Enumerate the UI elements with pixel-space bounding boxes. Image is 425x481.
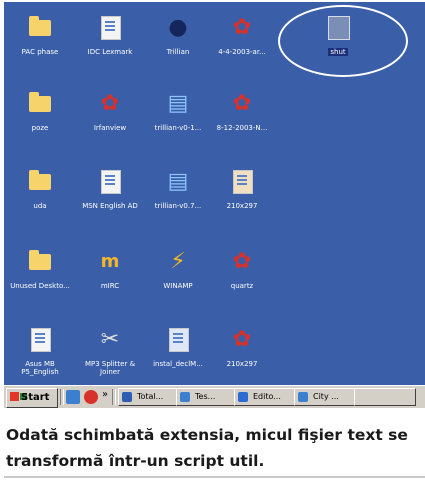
ie-icon[interactable]: [84, 390, 98, 404]
ie-icon: [180, 392, 190, 402]
icon-label: 8-12-2003-N...: [216, 124, 268, 132]
taskbar-separator: [112, 389, 116, 405]
icon-label: Asus MB P5_English: [21, 360, 59, 376]
flower-icon: ✿: [100, 90, 120, 116]
overflow-chevron-icon[interactable]: »: [102, 389, 108, 400]
desktop-icon-msn-english-ad[interactable]: MSN English AD: [78, 162, 142, 234]
icon-label: mIRC: [100, 282, 120, 290]
desktop-icon-trillian-installer-2[interactable]: ▤ trillian-v0.7...: [146, 162, 210, 234]
icon-label: MP3 Splitter & Joiner: [84, 360, 136, 376]
flower-icon: ✿: [232, 248, 252, 274]
installer-icon: ▤: [167, 90, 189, 116]
icon-label: 4-4-2003-ar...: [218, 48, 266, 56]
figure-frame: PAC phase IDC Lexmark ● Trillian ✿ 4-4-2…: [0, 0, 425, 481]
highlight-circle: [278, 5, 408, 77]
desktop-icon-asus-mb[interactable]: Asus MB P5_English: [8, 320, 72, 385]
word-doc-icon: [97, 14, 123, 40]
desktop-icon-trillian[interactable]: ● Trillian: [146, 8, 210, 80]
taskbar-button-label: Edito...: [253, 392, 281, 401]
setup-icon: [165, 326, 191, 352]
divider: [4, 476, 425, 478]
flower-icon: ✿: [232, 90, 252, 116]
icon-label: WINAMP: [163, 282, 193, 290]
taskbar: Start » Total... Tes... Edito... City ..…: [4, 385, 425, 408]
desktop-icon-irfanview[interactable]: ✿ Irfanview: [78, 84, 142, 156]
desktop-icon-4-4-2003[interactable]: ✿ 4-4-2003-ar...: [210, 8, 274, 80]
taskbar-button-label: Tes...: [195, 392, 216, 401]
ie-icon: [298, 392, 308, 402]
icon-label: PAC phase: [21, 48, 59, 56]
desktop-icon-mirc[interactable]: m mIRC: [78, 242, 142, 314]
trillian-icon: ●: [168, 14, 188, 40]
folder-icon: [122, 392, 132, 402]
icon-label: Irfanview: [93, 124, 127, 132]
winamp-icon: ⚡: [170, 248, 186, 274]
desktop[interactable]: PAC phase IDC Lexmark ● Trillian ✿ 4-4-2…: [4, 2, 425, 385]
icon-label: 210x297: [226, 202, 258, 210]
icon-label: instal_declM...: [153, 360, 203, 368]
figure-caption: Odată schimbată extensia, micul fişier t…: [6, 426, 408, 470]
icon-label: quartz: [230, 282, 254, 290]
flower-icon: ✿: [232, 14, 252, 40]
desktop-icon-instal-decl[interactable]: instal_declM...: [146, 320, 210, 385]
scissors-icon: ✂: [100, 326, 120, 352]
taskbar-button-label: Total...: [137, 392, 164, 401]
icon-label: uda: [33, 202, 47, 210]
desktop-icon-poze[interactable]: poze: [8, 84, 72, 156]
desktop-icon-uda[interactable]: uda: [8, 162, 72, 234]
start-label: Start: [21, 392, 50, 403]
folder-icon: [27, 14, 53, 40]
desktop-icon-quartz[interactable]: ✿ quartz: [210, 242, 274, 314]
word-doc-icon: [27, 326, 53, 352]
desktop-icon-idc-lexmark[interactable]: IDC Lexmark: [78, 8, 142, 80]
taskbar-button-label: City ...: [313, 392, 339, 401]
icon-label: IDC Lexmark: [87, 48, 133, 56]
desktop-icon-8-12-2003[interactable]: ✿ 8-12-2003-N...: [210, 84, 274, 156]
desktop-icon-pac-phase[interactable]: PAC phase: [8, 8, 72, 80]
desktop-icon-trillian-installer-1[interactable]: ▤ trillian-v0-1...: [146, 84, 210, 156]
taskbar-button-partial[interactable]: [354, 388, 416, 406]
desktop-icon-210x297-flower[interactable]: ✿ 210x297: [210, 320, 274, 385]
desktop-icon-unused-desktop[interactable]: Unused Deskto...: [8, 242, 72, 314]
icon-label: poze: [31, 124, 49, 132]
flower-icon: ✿: [232, 326, 252, 352]
image-file-icon: [229, 168, 255, 194]
word-doc-icon: [97, 168, 123, 194]
desktop-icon-winamp[interactable]: ⚡ WINAMP: [146, 242, 210, 314]
windows-logo-icon: [10, 392, 19, 401]
icon-label: Trillian: [166, 48, 190, 56]
icon-label: trillian-v0-1...: [154, 124, 202, 132]
firefox-icon[interactable]: [66, 390, 80, 404]
icon-label: trillian-v0.7...: [154, 202, 202, 210]
icon-label: Unused Deskto...: [10, 282, 70, 290]
taskbar-separator: [60, 389, 64, 405]
folder-icon: [27, 90, 53, 116]
icon-label: MSN English AD: [82, 202, 138, 210]
desktop-icon-mp3-splitter[interactable]: ✂ MP3 Splitter & Joiner: [78, 320, 142, 385]
mirc-icon: m: [100, 250, 120, 272]
folder-icon: [27, 168, 53, 194]
desktop-icon-210x297-image[interactable]: 210x297: [210, 162, 274, 234]
editor-icon: [238, 392, 248, 402]
start-button[interactable]: Start: [6, 388, 58, 408]
folder-icon: [27, 248, 53, 274]
icon-label: 210x297: [226, 360, 258, 368]
installer-icon: ▤: [167, 168, 189, 194]
